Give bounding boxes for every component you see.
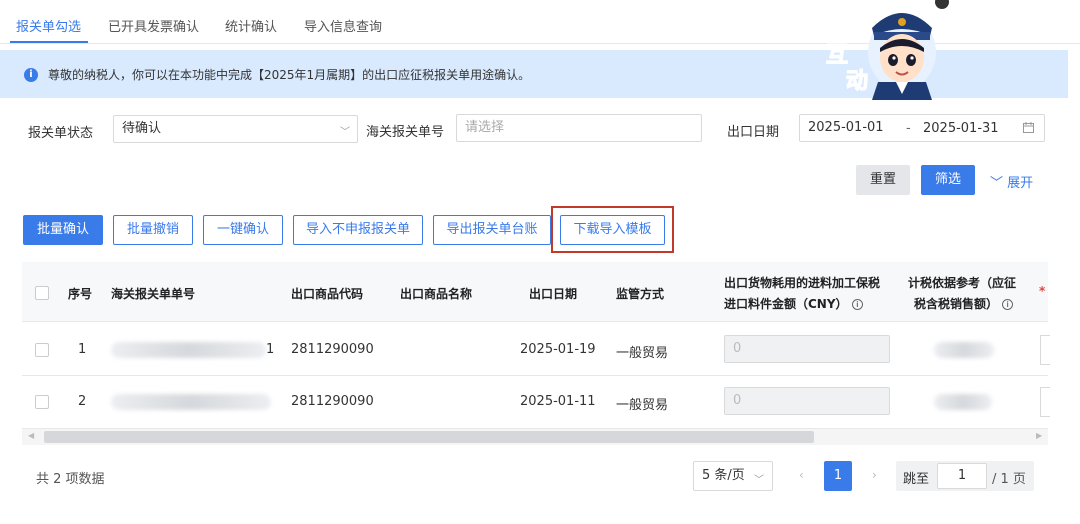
- row-seq: 2: [78, 394, 87, 409]
- page-button-1[interactable]: 1: [824, 461, 852, 491]
- customs-no-placeholder: 请选择: [465, 120, 505, 135]
- row-seq: 1: [78, 342, 87, 357]
- reset-button[interactable]: 重置: [856, 165, 910, 195]
- redacted-customs-no: [111, 342, 266, 358]
- mascot-image[interactable]: 纳 征 互 动: [820, 0, 950, 100]
- select-all-checkbox[interactable]: [35, 286, 49, 300]
- tab-stat-confirm[interactable]: 统计确认: [225, 16, 277, 35]
- batch-revoke-button[interactable]: 批量撤销: [113, 215, 193, 245]
- next-page-icon[interactable]: ›: [872, 468, 877, 482]
- header-mode: 监管方式: [616, 287, 665, 301]
- row-customs-tail: 1: [266, 342, 275, 357]
- goto-page-input[interactable]: 1: [937, 463, 987, 489]
- chevron-down-icon: ﹀: [340, 127, 350, 138]
- header-code: 出口商品代码: [291, 287, 364, 301]
- redacted-ref-value: [934, 394, 992, 410]
- redacted-customs-no: [111, 394, 271, 410]
- row-date: 2025-01-19: [520, 342, 596, 357]
- info-icon[interactable]: i: [851, 299, 863, 310]
- amount-input[interactable]: 0: [724, 335, 890, 363]
- tab-import-query[interactable]: 导入信息查询: [304, 16, 382, 35]
- batch-confirm-button[interactable]: 批量确认: [23, 215, 103, 245]
- calendar-icon: [1023, 122, 1034, 133]
- date-start: 2025-01-01: [808, 120, 884, 135]
- chevron-down-icon: ﹀: [990, 176, 1004, 191]
- date-range-picker[interactable]: 2025-01-01: [799, 114, 1045, 142]
- prev-page-icon[interactable]: ‹: [799, 468, 804, 482]
- customs-no-input[interactable]: 请选择: [456, 114, 702, 142]
- header-ref-line1: 计税依据参考（应征: [908, 276, 1017, 290]
- header-date: 出口日期: [529, 287, 578, 301]
- row-code: 2811290090: [291, 394, 374, 409]
- row-mode: 一般贸易: [616, 346, 669, 361]
- row-extra-input[interactable]: [1040, 387, 1050, 417]
- tab-customs-check[interactable]: 报关单勾选: [16, 16, 81, 35]
- total-count: 共 2 项数据: [36, 472, 105, 487]
- scroll-left-icon[interactable]: ◀: [28, 431, 34, 440]
- mascot-char-hu: 互: [826, 43, 848, 68]
- info-icon: i: [24, 68, 38, 82]
- row-mode: 一般贸易: [616, 398, 669, 413]
- row-checkbox[interactable]: [35, 343, 49, 357]
- header-name: 出口商品名称: [400, 287, 473, 301]
- header-customs-no: 海关报关单单号: [111, 287, 196, 301]
- mascot-char-zheng: 征: [854, 0, 874, 19]
- export-date-label: 出口日期: [727, 125, 780, 140]
- row-code: 2811290090: [291, 342, 374, 357]
- customs-no-label: 海关报关单号: [366, 125, 445, 140]
- header-amount-line1: 出口货物耗用的进料加工保税: [724, 276, 881, 290]
- status-label: 报关单状态: [28, 126, 94, 141]
- header-amount-line2: 进口料件金额（CNY） i: [724, 295, 863, 312]
- header-seq: 序号: [68, 287, 93, 301]
- scrollbar-thumb[interactable]: [44, 431, 814, 443]
- row-date: 2025-01-11: [520, 394, 596, 409]
- row-checkbox[interactable]: [35, 395, 49, 409]
- expand-link[interactable]: ﹀ 展开: [990, 172, 1033, 191]
- export-ledger-button[interactable]: 导出报关单台账: [433, 215, 551, 245]
- date-separator: -: [906, 121, 911, 136]
- active-tab-underline: [10, 41, 88, 43]
- notice-text: 尊敬的纳税人，你可以在本功能中完成【2025年1月属期】的出口应征税报关单用途确…: [48, 68, 531, 82]
- import-non-declare-button[interactable]: 导入不申报报关单: [293, 215, 423, 245]
- status-select[interactable]: 待确认: [113, 115, 358, 143]
- date-end: 2025-01-31: [923, 121, 999, 136]
- redacted-ref-value: [934, 342, 994, 358]
- tab-invoice-confirm[interactable]: 已开具发票确认: [108, 16, 199, 35]
- goto-label: 跳至: [903, 472, 930, 487]
- total-pages: / 1 页: [992, 472, 1026, 487]
- info-icon[interactable]: i: [1002, 299, 1014, 310]
- amount-input[interactable]: 0: [724, 387, 890, 415]
- chevron-down-icon: ﹀: [754, 475, 764, 486]
- highlight-box: [551, 206, 674, 253]
- filter-button[interactable]: 筛选: [921, 165, 975, 195]
- scroll-right-icon[interactable]: ▶: [1036, 431, 1042, 440]
- header-ref-line2: 税含税销售额） i: [914, 295, 1014, 312]
- required-marker: *: [1039, 284, 1046, 298]
- mascot-char-dong: 动: [846, 69, 868, 94]
- status-value: 待确认: [122, 121, 162, 136]
- one-click-confirm-button[interactable]: 一键确认: [203, 215, 283, 245]
- row-extra-input[interactable]: [1040, 335, 1050, 365]
- mascot-char-na: 纳: [834, 10, 856, 36]
